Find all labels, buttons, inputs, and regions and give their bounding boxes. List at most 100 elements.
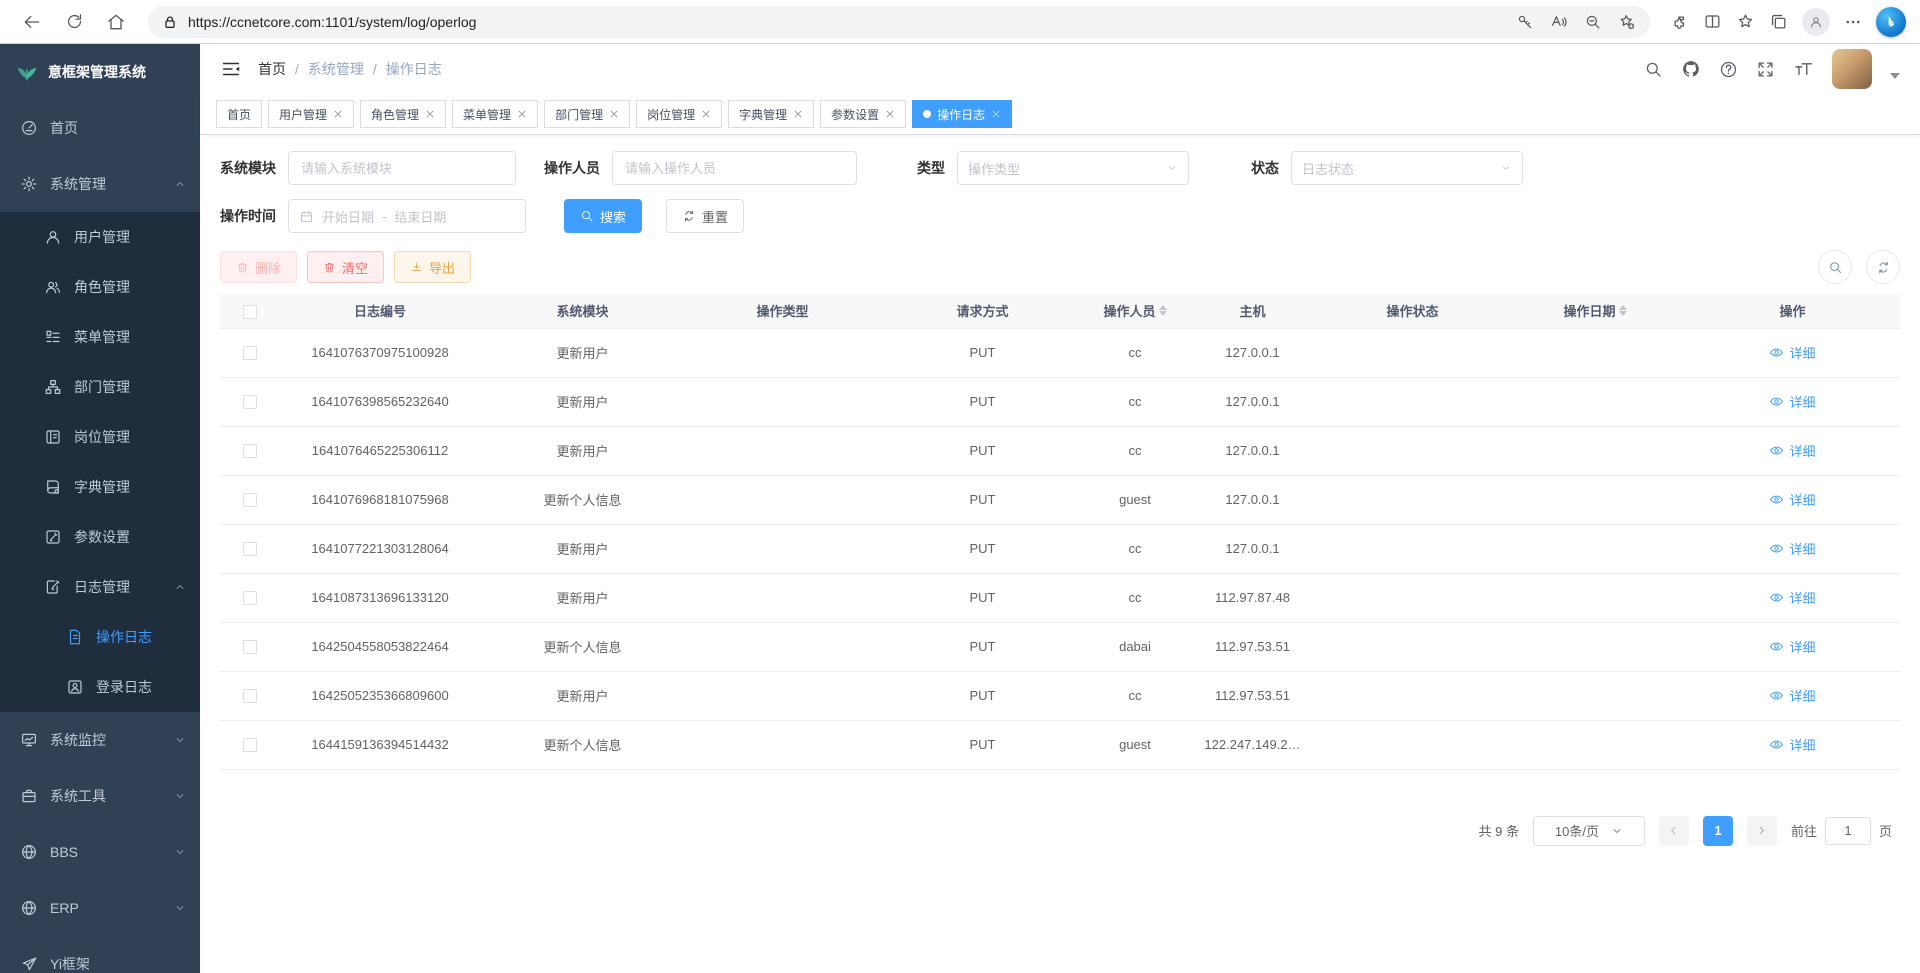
tab-param-settings[interactable]: 参数设置: [820, 100, 906, 128]
column-header-date-sort[interactable]: 操作日期: [1563, 301, 1626, 320]
collapse-menu-button[interactable]: [220, 58, 242, 80]
tab-dept-management[interactable]: 部门管理: [544, 100, 630, 128]
sidebar-item-monitor[interactable]: 系统监控: [0, 712, 200, 768]
split-screen-icon[interactable]: [1703, 12, 1722, 31]
clear-button[interactable]: 清空: [307, 251, 384, 283]
detail-link[interactable]: 详细: [1769, 588, 1815, 607]
tab-post-management[interactable]: 岗位管理: [636, 100, 722, 128]
header-search-icon[interactable]: [1644, 60, 1663, 79]
row-checkbox[interactable]: [243, 395, 257, 409]
operator-filter-input[interactable]: [612, 151, 857, 185]
row-checkbox[interactable]: [243, 444, 257, 458]
tab-close-icon[interactable]: [425, 109, 435, 119]
detail-link[interactable]: 详细: [1769, 686, 1815, 705]
tab-close-icon[interactable]: [793, 109, 803, 119]
tab-dict-management[interactable]: 字典管理: [728, 100, 814, 128]
browser-profile-avatar[interactable]: [1802, 8, 1830, 36]
read-aloud-icon[interactable]: [1550, 13, 1568, 31]
table-row[interactable]: 1641077221303128064 更新用户 PUT cc 127.0.0.…: [220, 524, 1900, 573]
tab-operation-log[interactable]: 操作日志: [912, 100, 1012, 128]
column-header-operator-sort[interactable]: 操作人员: [1103, 301, 1166, 320]
row-checkbox[interactable]: [243, 640, 257, 654]
detail-link[interactable]: 详细: [1769, 392, 1815, 411]
table-row[interactable]: 1641076398565232640 更新用户 PUT cc 127.0.0.…: [220, 377, 1900, 426]
table-row[interactable]: 1642505235366809600 更新用户 PUT cc 112.97.5…: [220, 671, 1900, 720]
user-avatar[interactable]: [1832, 49, 1872, 89]
prev-page-button[interactable]: [1659, 816, 1689, 846]
status-filter-select[interactable]: 日志状态: [1291, 151, 1523, 185]
table-row[interactable]: 1641076465225306112 更新用户 PUT cc 127.0.0.…: [220, 426, 1900, 475]
delete-button[interactable]: 删除: [220, 251, 297, 283]
help-icon[interactable]: [1719, 60, 1738, 79]
browser-back-button[interactable]: [14, 4, 50, 40]
favorite-star-add-icon[interactable]: [1618, 13, 1636, 31]
sidebar-item-yi-framework[interactable]: Yi框架: [0, 936, 200, 973]
sidebar-item-users[interactable]: 用户管理: [0, 212, 200, 262]
detail-link[interactable]: 详细: [1769, 735, 1815, 754]
detail-link[interactable]: 详细: [1769, 343, 1815, 362]
sidebar-item-logs[interactable]: 日志管理: [0, 562, 200, 612]
avatar-dropdown-caret-icon[interactable]: [1890, 73, 1900, 79]
zoom-out-icon[interactable]: [1584, 13, 1602, 31]
tab-role-management[interactable]: 角色管理: [360, 100, 446, 128]
refresh-table-button[interactable]: [1866, 250, 1900, 284]
tab-close-icon[interactable]: [517, 109, 527, 119]
sidebar-item-menus[interactable]: 菜单管理: [0, 312, 200, 362]
detail-link[interactable]: 详细: [1769, 539, 1815, 558]
sidebar-item-parameters[interactable]: 参数设置: [0, 512, 200, 562]
sidebar-item-bbs[interactable]: BBS: [0, 824, 200, 880]
sidebar-item-operation-log[interactable]: 操作日志: [0, 612, 200, 662]
reset-button[interactable]: 重置: [666, 199, 744, 233]
sidebar-item-dictionary[interactable]: 字典管理: [0, 462, 200, 512]
type-filter-select[interactable]: 操作类型: [957, 151, 1189, 185]
tab-close-icon[interactable]: [991, 109, 1001, 119]
detail-link[interactable]: 详细: [1769, 637, 1815, 656]
favorites-bar-icon[interactable]: [1736, 12, 1755, 31]
breadcrumb-home[interactable]: 首页: [258, 59, 286, 79]
table-row[interactable]: 1641076968181075968 更新个人信息 PUT guest 127…: [220, 475, 1900, 524]
sidebar-item-system[interactable]: 系统管理: [0, 156, 200, 212]
goto-page-input[interactable]: [1825, 817, 1871, 845]
tab-user-management[interactable]: 用户管理: [268, 100, 354, 128]
github-icon[interactable]: [1681, 59, 1701, 79]
tab-close-icon[interactable]: [885, 109, 895, 119]
row-checkbox[interactable]: [243, 591, 257, 605]
module-filter-input[interactable]: [288, 151, 516, 185]
row-checkbox[interactable]: [243, 346, 257, 360]
table-row[interactable]: 1642504558053822464 更新个人信息 PUT dabai 112…: [220, 622, 1900, 671]
table-row[interactable]: 1644159136394514432 更新个人信息 PUT guest 122…: [220, 720, 1900, 769]
table-row[interactable]: 1641076370975100928 更新用户 PUT cc 127.0.0.…: [220, 328, 1900, 377]
tab-home[interactable]: 首页: [216, 100, 262, 128]
tab-close-icon[interactable]: [609, 109, 619, 119]
detail-link[interactable]: 详细: [1769, 441, 1815, 460]
next-page-button[interactable]: [1747, 816, 1777, 846]
password-key-icon[interactable]: [1516, 13, 1534, 31]
sidebar-item-home[interactable]: 首页: [0, 100, 200, 156]
sidebar-item-tools[interactable]: 系统工具: [0, 768, 200, 824]
table-row[interactable]: 1641087313696133120 更新用户 PUT cc 112.97.8…: [220, 573, 1900, 622]
bing-copilot-icon[interactable]: [1876, 7, 1906, 37]
export-button[interactable]: 导出: [394, 251, 471, 283]
page-size-select[interactable]: 10条/页: [1533, 816, 1645, 846]
row-checkbox[interactable]: [243, 542, 257, 556]
browser-home-button[interactable]: [98, 4, 134, 40]
fullscreen-icon[interactable]: [1756, 60, 1775, 79]
tab-close-icon[interactable]: [701, 109, 711, 119]
select-all-checkbox[interactable]: [243, 305, 257, 319]
sidebar-item-departments[interactable]: 部门管理: [0, 362, 200, 412]
browser-menu-ellipsis-icon[interactable]: [1844, 13, 1862, 31]
row-checkbox[interactable]: [243, 738, 257, 752]
page-number-button[interactable]: 1: [1703, 816, 1733, 846]
tab-menu-management[interactable]: 菜单管理: [452, 100, 538, 128]
browser-refresh-button[interactable]: [56, 4, 92, 40]
sidebar-item-posts[interactable]: 岗位管理: [0, 412, 200, 462]
address-bar[interactable]: https://ccnetcore.com:1101/system/log/op…: [148, 6, 1650, 38]
tab-close-icon[interactable]: [333, 109, 343, 119]
sidebar-item-erp[interactable]: ERP: [0, 880, 200, 936]
extensions-puzzle-icon[interactable]: [1670, 12, 1689, 31]
show-search-toggle-button[interactable]: [1818, 250, 1852, 284]
row-checkbox[interactable]: [243, 493, 257, 507]
row-checkbox[interactable]: [243, 689, 257, 703]
sidebar-item-roles[interactable]: 角色管理: [0, 262, 200, 312]
font-size-icon[interactable]: [1793, 59, 1814, 80]
